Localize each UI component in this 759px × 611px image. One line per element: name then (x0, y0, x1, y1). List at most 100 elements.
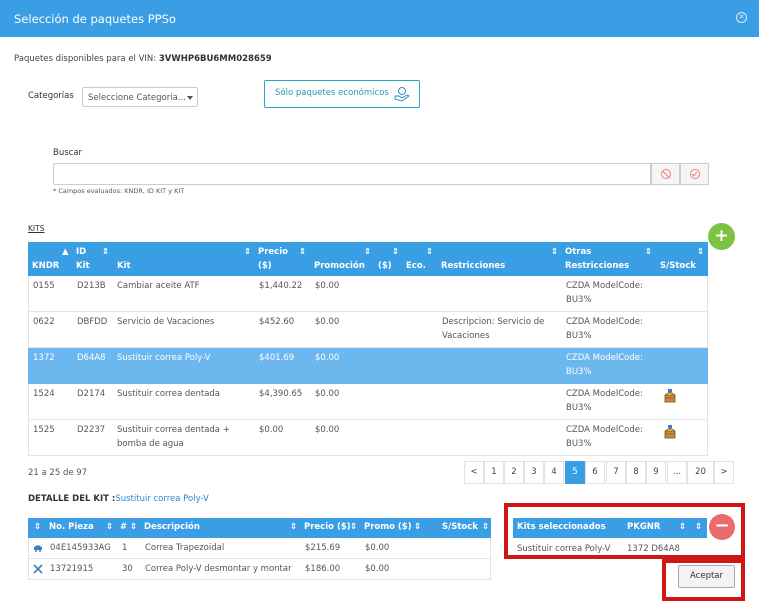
kit-id: D213B (77, 281, 106, 291)
sort-icon[interactable]: ⇕ (551, 245, 558, 259)
car-icon (34, 545, 42, 552)
sort-icon[interactable]: ⇕ (350, 522, 357, 532)
clear-search-button[interactable] (651, 163, 680, 185)
remove-kit-button[interactable]: − (709, 514, 735, 540)
page-button[interactable]: 6 (585, 461, 605, 484)
sort-icon[interactable]: ⇕ (645, 245, 652, 259)
dialog-title: Selección de paquetes PPSo (14, 12, 176, 26)
kit-promo: $0.00 (315, 425, 340, 435)
page-button[interactable]: 9 (646, 461, 666, 484)
sort-icon[interactable]: ⇕ (697, 245, 704, 259)
page-button[interactable]: 7 (606, 461, 626, 484)
sort-icon[interactable]: ⇕ (130, 522, 137, 532)
kit-row[interactable]: 0622 DBFDD Servicio de Vacaciones $452.60 $0… (28, 312, 708, 348)
detail-pieza: 04E145933AG (50, 543, 111, 553)
sort-icon[interactable]: ⇕ (392, 245, 399, 259)
kit-id: D64A8 (77, 353, 106, 363)
sort-icon[interactable]: ⇕ (482, 522, 489, 532)
col-pieza[interactable]: No. Pieza (49, 522, 94, 532)
col-eco[interactable]: Eco. (406, 259, 426, 273)
detail-row[interactable]: 13721915 30 Correa Poly-V desmontar y mont… (28, 559, 491, 580)
kit-otras-restricciones-line2: BU3% (566, 295, 592, 305)
col-kits-seleccionados[interactable]: Kits seleccionados (517, 522, 606, 532)
kit-row[interactable]: 1525 D2237 Sustituir correa dentada + bomba… (28, 420, 708, 456)
kit-id: D2174 (77, 389, 106, 399)
kit-precio: $4,390.65 (259, 389, 303, 399)
page-button[interactable]: 1 (484, 461, 504, 484)
col-restricciones[interactable]: Restricciones (441, 259, 505, 273)
col-dollar[interactable]: ($) (378, 259, 392, 273)
col-num[interactable]: # (120, 522, 127, 532)
col-stock[interactable]: S/Stock (442, 522, 478, 532)
page-button[interactable]: 3 (524, 461, 544, 484)
kit-precio: $0.00 (259, 425, 284, 435)
detail-kit-name: Sustituir correa Poly-V (115, 494, 209, 504)
sort-icon[interactable]: ⇕ (695, 522, 702, 532)
page-next-button[interactable]: > (714, 461, 734, 484)
kit-row[interactable]: 1524 D2174 Sustituir correa dentada $4,390.… (28, 384, 708, 420)
sort-icon[interactable]: ⇕ (364, 245, 371, 259)
page-button[interactable]: 8 (626, 461, 646, 484)
sort-icon[interactable]: ⇕ (106, 522, 113, 532)
col-kndr[interactable]: KNDR (32, 259, 59, 273)
detail-num: 30 (122, 564, 133, 574)
accept-button[interactable]: Aceptar (678, 565, 735, 588)
page-button-current[interactable]: 5 (565, 461, 585, 484)
detail-precio: $186.00 (305, 564, 341, 574)
col-idkit-1[interactable]: ID (76, 245, 86, 259)
sort-icon[interactable]: ⇕ (414, 522, 421, 532)
selected-kit-row[interactable]: Sustituir correa Poly-V 1372 D64A8 (513, 539, 707, 557)
kit-name: Sustituir correa dentada (117, 389, 221, 399)
page-button[interactable]: 20 (687, 461, 714, 484)
page-prev-button[interactable]: < (464, 461, 484, 484)
detail-table-header: ⇕ No. Pieza ⇕ # ⇕ Descripción ⇕ Precio (… (28, 518, 491, 538)
apply-search-button[interactable] (680, 163, 709, 185)
sort-icon[interactable]: ⇕ (244, 245, 251, 259)
sort-icon[interactable]: ⇕ (102, 245, 109, 259)
col-promo[interactable]: Promo ($) (364, 522, 412, 532)
col-pkgnr[interactable]: PKGNR (627, 522, 660, 532)
kit-otras-restricciones-line2: BU3% (566, 439, 592, 449)
kit-name: Sustituir correa dentada + (117, 425, 230, 435)
page-button[interactable]: 2 (504, 461, 524, 484)
close-icon[interactable]: ✕ (736, 12, 747, 23)
category-select-value: Seleccione Categoria... (88, 93, 186, 103)
detail-promo: $0.00 (365, 564, 390, 574)
kit-otras-restricciones: CZDA ModelCode: (566, 281, 643, 291)
sort-icon[interactable]: ⇕ (426, 245, 433, 259)
col-otras-1[interactable]: Otras (565, 245, 591, 259)
search-input[interactable] (53, 163, 651, 185)
col-otras-2[interactable]: Restricciones (565, 259, 629, 273)
vin-label: Paquetes disponibles para el VIN: (14, 54, 157, 64)
sort-icon[interactable]: ⇕ (679, 522, 686, 532)
kit-row[interactable]: 0155 D213B Cambiar aceite ATF $1,440.22 $0.0… (28, 276, 708, 312)
col-idkit-2[interactable]: Kit (76, 259, 90, 273)
add-kit-button[interactable]: + (708, 223, 735, 250)
vin-value: 3VWHP6BU6MM028659 (158, 54, 272, 64)
kit-kndr: 0155 (33, 281, 55, 291)
col-promocion[interactable]: Promoción (314, 259, 365, 273)
page-button[interactable]: 4 (544, 461, 564, 484)
col-stock[interactable]: S/Stock (660, 259, 696, 273)
sort-icon[interactable]: ⇕ (299, 245, 306, 259)
col-kit[interactable]: Kit (117, 259, 131, 273)
kit-promo: $0.00 (315, 353, 340, 363)
kit-kndr: 1524 (33, 389, 55, 399)
col-precio-2[interactable]: ($) (258, 259, 272, 273)
detail-row[interactable]: 04E145933AG 1 Correa Trapezoidal $215.69 $0.… (28, 538, 491, 559)
col-precio[interactable]: Precio ($) (304, 522, 351, 532)
kit-name-line2: bomba de agua (117, 439, 184, 449)
kit-precio: $401.69 (259, 353, 295, 363)
kit-name: Servicio de Vacaciones (117, 317, 215, 327)
col-descripcion[interactable]: Descripción (144, 522, 200, 532)
kit-otras-restricciones: CZDA ModelCode: (566, 389, 643, 399)
col-precio-1[interactable]: Precio (258, 245, 288, 259)
kit-otras-restricciones-line2: BU3% (566, 367, 592, 377)
sort-icon[interactable]: ⇕ (290, 522, 297, 532)
category-select[interactable]: Seleccione Categoria... (82, 87, 198, 107)
detail-precio: $215.69 (305, 543, 341, 553)
kit-row[interactable]: 1372 D64A8 Sustituir correa Poly-V $401.69 $… (28, 348, 708, 384)
economic-packages-button[interactable]: Sólo paquetes económicos (264, 80, 420, 108)
sort-icon[interactable]: ▲ (62, 245, 69, 259)
sort-icon[interactable]: ⇕ (34, 522, 41, 532)
